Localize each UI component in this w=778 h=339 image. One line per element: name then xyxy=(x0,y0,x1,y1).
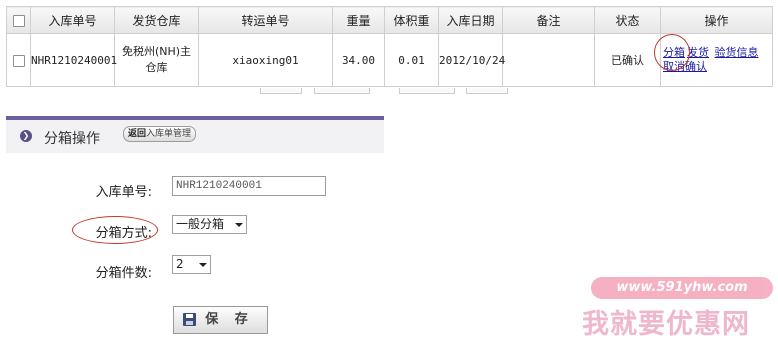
split-count-label: 分箱件数: xyxy=(95,266,152,281)
chevron-down-icon xyxy=(235,223,243,227)
split-method-select[interactable]: 一般分箱 xyxy=(172,215,247,234)
cell-date: 2012/10/24 xyxy=(438,33,505,87)
table-header-row: 入库单号 发货仓库 转运单号 重量 体积重 入库日期 备注 状态 操作 xyxy=(6,6,773,34)
header-transfer-no: 转运单号 xyxy=(198,6,333,34)
cell-status: 已确认 xyxy=(594,33,661,87)
split-method-value: 一般分箱 xyxy=(176,217,225,231)
header-date: 入库日期 xyxy=(438,6,503,34)
split-count-value: 2 xyxy=(176,257,184,271)
chevron-down-icon xyxy=(199,263,207,267)
back-to-list-button[interactable]: 返回入库单管理 xyxy=(123,126,197,142)
annotation-circle-method xyxy=(72,216,158,244)
floppy-disk-icon xyxy=(183,313,196,326)
chevron-right-icon: ❯ xyxy=(20,130,32,142)
watermark-brand: 我就要优惠网 xyxy=(582,309,750,339)
save-button[interactable]: 保 存 xyxy=(173,306,268,334)
order-no-input[interactable] xyxy=(172,176,326,196)
header-select-all[interactable] xyxy=(6,6,31,34)
cell-weight: 34.00 xyxy=(332,33,385,87)
panel-title: 分箱操作 xyxy=(44,131,100,147)
header-warehouse: 发货仓库 xyxy=(114,6,199,34)
cell-transfer-no: xiaoxing01 xyxy=(198,33,333,87)
back-sub-label: 入库单管理 xyxy=(146,129,192,139)
scroll-remnant xyxy=(314,88,370,94)
scroll-remnant xyxy=(260,88,302,94)
split-count-select[interactable]: 2 xyxy=(172,255,211,274)
cell-remark xyxy=(502,33,595,87)
scroll-remnant xyxy=(399,88,455,94)
row-select-cell[interactable] xyxy=(6,33,31,87)
row-checkbox[interactable] xyxy=(12,54,25,67)
header-actions: 操作 xyxy=(660,6,773,34)
cell-warehouse: 免税州(NH)主仓库 xyxy=(114,33,199,87)
ship-link[interactable]: 发货 xyxy=(687,46,709,59)
select-all-checkbox[interactable] xyxy=(12,14,25,27)
cell-order-no: NHR1210240001 xyxy=(30,33,117,87)
annotation-circle-split xyxy=(654,34,690,71)
back-label: 返回 xyxy=(128,129,147,139)
header-weight: 重量 xyxy=(332,6,385,34)
header-remark: 备注 xyxy=(502,6,595,34)
header-volume-weight: 体积重 xyxy=(384,6,439,34)
scroll-remnant xyxy=(466,88,508,94)
cell-volume-weight: 0.01 xyxy=(384,33,439,87)
inspect-info-link[interactable]: 验货信息 xyxy=(715,46,759,59)
save-button-label: 保 存 xyxy=(205,312,254,327)
order-no-label: 入库单号: xyxy=(95,185,152,200)
header-status: 状态 xyxy=(594,6,661,34)
watermark-url: www.591yhw.com xyxy=(591,277,773,299)
panel-header: ❯ 分箱操作 返回入库单管理 xyxy=(6,120,384,153)
header-order-no: 入库单号 xyxy=(30,6,115,34)
